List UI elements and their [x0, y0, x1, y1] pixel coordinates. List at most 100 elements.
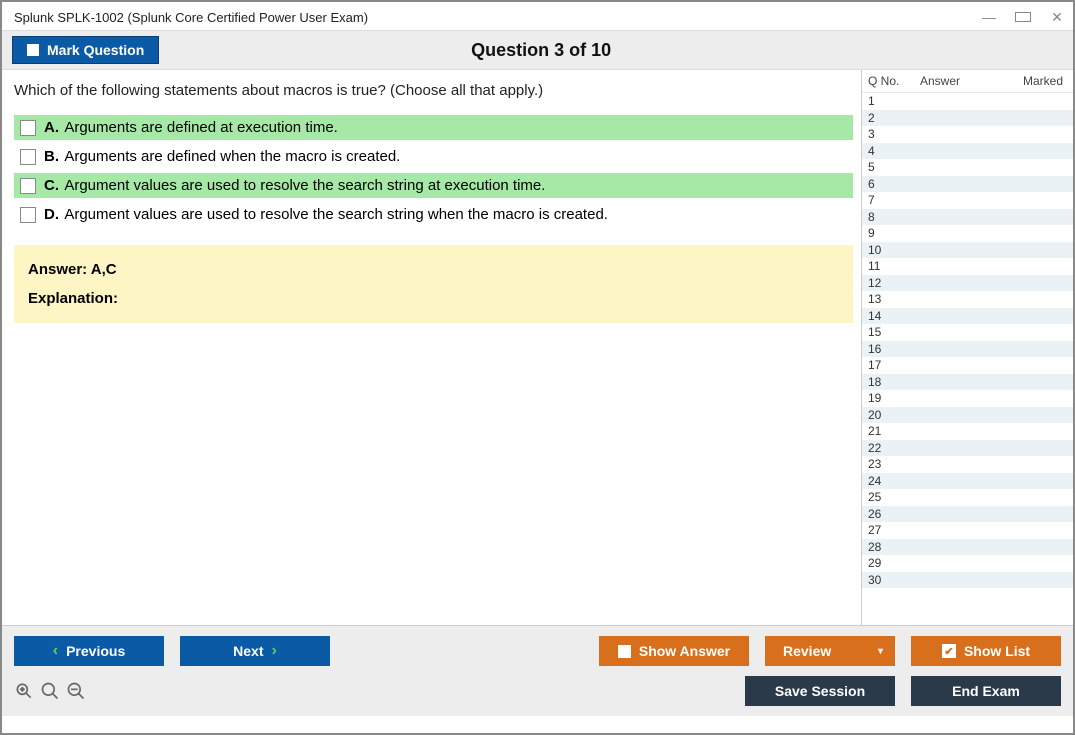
- list-item[interactable]: 24: [862, 473, 1073, 490]
- footer-row-2: Save Session End Exam: [14, 676, 1061, 706]
- window-controls: — ✕: [981, 9, 1065, 26]
- col-qno: Q No.: [868, 74, 904, 88]
- option-text: D. Argument values are used to resolve t…: [44, 206, 608, 223]
- list-item[interactable]: 20: [862, 407, 1073, 424]
- qno-cell: 19: [868, 391, 904, 405]
- qno-cell: 4: [868, 144, 904, 158]
- qno-cell: 2: [868, 111, 904, 125]
- explanation-label: Explanation:: [28, 290, 839, 307]
- list-item[interactable]: 7: [862, 192, 1073, 209]
- footer-row-1: ‹ Previous Next › Show Answer Review ▾ ✔…: [14, 636, 1061, 666]
- zoom-in-icon[interactable]: [40, 681, 60, 701]
- qno-cell: 10: [868, 243, 904, 257]
- qno-cell: 25: [868, 490, 904, 504]
- option-text: A. Arguments are defined at execution ti…: [44, 119, 338, 136]
- list-item[interactable]: 1: [862, 93, 1073, 110]
- qno-cell: 17: [868, 358, 904, 372]
- chevron-down-icon: ▾: [878, 646, 883, 657]
- list-item[interactable]: 6: [862, 176, 1073, 193]
- option-row[interactable]: B. Arguments are defined when the macro …: [14, 144, 853, 169]
- list-item[interactable]: 8: [862, 209, 1073, 226]
- checkbox-icon[interactable]: [20, 149, 36, 165]
- list-item[interactable]: 26: [862, 506, 1073, 523]
- list-item[interactable]: 5: [862, 159, 1073, 176]
- list-item[interactable]: 23: [862, 456, 1073, 473]
- list-item[interactable]: 19: [862, 390, 1073, 407]
- options-list: A. Arguments are defined at execution ti…: [14, 115, 853, 227]
- list-item[interactable]: 22: [862, 440, 1073, 457]
- list-item[interactable]: 18: [862, 374, 1073, 391]
- list-item[interactable]: 25: [862, 489, 1073, 506]
- checkbox-icon[interactable]: [20, 178, 36, 194]
- qno-cell: 27: [868, 523, 904, 537]
- list-item[interactable]: 14: [862, 308, 1073, 325]
- option-row[interactable]: A. Arguments are defined at execution ti…: [14, 115, 853, 140]
- list-item[interactable]: 9: [862, 225, 1073, 242]
- list-item[interactable]: 2: [862, 110, 1073, 127]
- list-item[interactable]: 15: [862, 324, 1073, 341]
- qno-cell: 30: [868, 573, 904, 587]
- zoom-reset-icon[interactable]: [14, 681, 34, 701]
- qno-cell: 7: [868, 193, 904, 207]
- qno-cell: 23: [868, 457, 904, 471]
- end-exam-button[interactable]: End Exam: [911, 676, 1061, 706]
- qno-cell: 13: [868, 292, 904, 306]
- list-item[interactable]: 11: [862, 258, 1073, 275]
- check-icon: ✔: [942, 644, 956, 658]
- qno-cell: 16: [868, 342, 904, 356]
- chevron-right-icon: ›: [272, 642, 277, 660]
- next-button[interactable]: Next ›: [180, 636, 330, 666]
- question-counter: Question 3 of 10: [159, 40, 1063, 61]
- list-rows[interactable]: 1234567891011121314151617181920212223242…: [862, 93, 1073, 625]
- show-answer-button[interactable]: Show Answer: [599, 636, 749, 666]
- show-list-label: Show List: [964, 643, 1030, 659]
- qno-cell: 8: [868, 210, 904, 224]
- close-icon[interactable]: ✕: [1049, 9, 1065, 26]
- mark-question-button[interactable]: Mark Question: [12, 36, 159, 64]
- checkbox-icon[interactable]: [20, 120, 36, 136]
- list-item[interactable]: 21: [862, 423, 1073, 440]
- list-item[interactable]: 27: [862, 522, 1073, 539]
- list-item[interactable]: 28: [862, 539, 1073, 556]
- list-item[interactable]: 30: [862, 572, 1073, 589]
- next-label: Next: [233, 643, 263, 659]
- qno-cell: 6: [868, 177, 904, 191]
- list-item[interactable]: 17: [862, 357, 1073, 374]
- maximize-icon[interactable]: [1015, 9, 1031, 26]
- titlebar: Splunk SPLK-1002 (Splunk Core Certified …: [2, 2, 1073, 30]
- qno-cell: 1: [868, 94, 904, 108]
- option-row[interactable]: D. Argument values are used to resolve t…: [14, 202, 853, 227]
- list-item[interactable]: 29: [862, 555, 1073, 572]
- mark-question-label: Mark Question: [47, 42, 144, 58]
- qno-cell: 14: [868, 309, 904, 323]
- chevron-left-icon: ‹: [53, 642, 58, 660]
- list-item[interactable]: 4: [862, 143, 1073, 160]
- option-row[interactable]: C. Argument values are used to resolve t…: [14, 173, 853, 198]
- qno-cell: 5: [868, 160, 904, 174]
- save-session-button[interactable]: Save Session: [745, 676, 895, 706]
- list-item[interactable]: 16: [862, 341, 1073, 358]
- minimize-icon[interactable]: —: [981, 9, 997, 26]
- qno-cell: 9: [868, 226, 904, 240]
- save-session-label: Save Session: [775, 683, 865, 699]
- qno-cell: 28: [868, 540, 904, 554]
- review-button[interactable]: Review ▾: [765, 636, 895, 666]
- checkbox-icon[interactable]: [20, 207, 36, 223]
- list-header: Q No. Answer Marked: [862, 70, 1073, 93]
- checkbox-icon: [27, 44, 39, 56]
- list-item[interactable]: 10: [862, 242, 1073, 259]
- list-item[interactable]: 3: [862, 126, 1073, 143]
- footer: ‹ Previous Next › Show Answer Review ▾ ✔…: [2, 625, 1073, 716]
- header-bar: Mark Question Question 3 of 10: [2, 30, 1073, 70]
- list-item[interactable]: 12: [862, 275, 1073, 292]
- qno-cell: 26: [868, 507, 904, 521]
- end-exam-label: End Exam: [952, 683, 1020, 699]
- main-content: Which of the following statements about …: [2, 70, 1073, 625]
- list-item[interactable]: 13: [862, 291, 1073, 308]
- zoom-out-icon[interactable]: [66, 681, 86, 701]
- previous-button[interactable]: ‹ Previous: [14, 636, 164, 666]
- qno-cell: 12: [868, 276, 904, 290]
- show-list-button[interactable]: ✔ Show List: [911, 636, 1061, 666]
- review-label: Review: [783, 643, 831, 659]
- checkbox-icon: [618, 645, 631, 658]
